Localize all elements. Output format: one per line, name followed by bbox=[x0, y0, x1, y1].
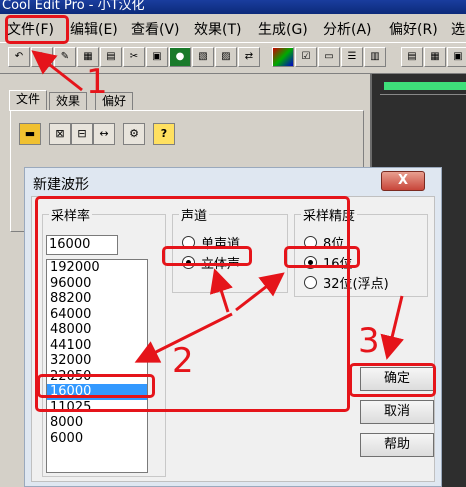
arrow-to-16000 bbox=[134, 312, 233, 363]
arrow-to-file-menu bbox=[31, 50, 83, 92]
arrow-to-stereo bbox=[209, 268, 233, 313]
arrow-to-ok bbox=[380, 295, 404, 360]
annotation-arrows bbox=[31, 50, 404, 363]
arrow-to-16bit bbox=[235, 272, 285, 312]
